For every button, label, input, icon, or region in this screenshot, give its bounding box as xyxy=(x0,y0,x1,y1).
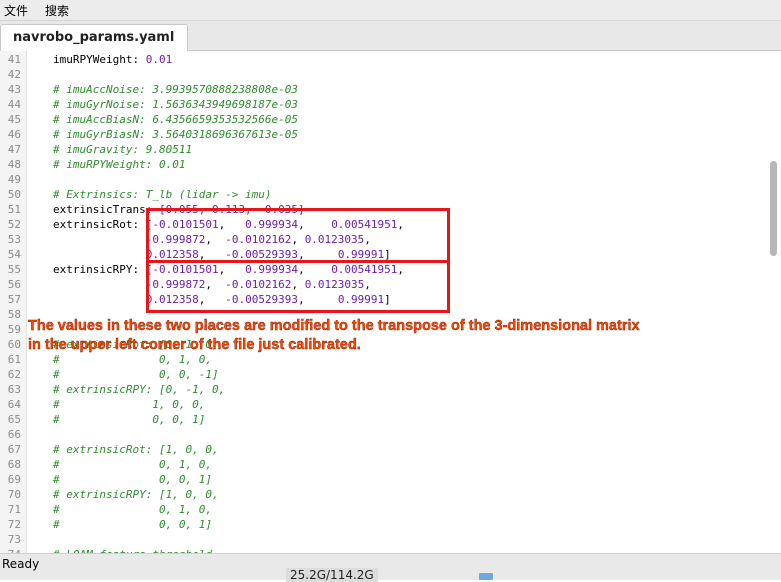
line-number: 51 xyxy=(7,203,21,216)
disk-usage: 25.2G/114.2G xyxy=(286,568,378,582)
code-line: # imuAccNoise: 3.9939570888238808e-03 xyxy=(53,82,298,97)
line-number: 71 xyxy=(7,503,21,516)
code-text: extrinsicTrans: xyxy=(53,203,159,216)
line-number: 67 xyxy=(7,443,21,456)
code-comment: # 1, 0, 0, xyxy=(53,398,206,411)
code-line: # 0, 0, -1] xyxy=(53,367,219,382)
tab-label: navrobo_params.yaml xyxy=(13,30,175,45)
code-comment: # imuAccBiasN: 6.4356659353532566e-05 xyxy=(53,113,299,126)
line-number: 66 xyxy=(7,428,21,441)
code-comment: # imuGyrBiasN: 3.5640318696367613e-05 xyxy=(53,128,299,141)
code-comment: # 0, 1, 0, xyxy=(53,458,212,471)
tab-navrobo-params[interactable]: navrobo_params.yaml xyxy=(0,24,188,51)
code-line: # 0, 1, 0, xyxy=(53,457,212,472)
line-number: 62 xyxy=(7,368,21,381)
code-line: # Extrinsics: T_lb (lidar -> imu) xyxy=(53,187,272,202)
line-number: 59 xyxy=(7,323,21,336)
line-number: 65 xyxy=(7,413,21,426)
code-line: # 1, 0, 0, xyxy=(53,397,205,412)
code-comment: # 0, 0, 1] xyxy=(53,413,206,426)
line-number: 73 xyxy=(7,533,21,546)
code-editor[interactable]: 41 imuRPYWeight: 0.01 42 43 # imuAccNoise: 3… xyxy=(0,51,781,553)
code-line: imuRPYWeight: 0.01 xyxy=(53,52,172,67)
line-number: 70 xyxy=(7,488,21,501)
highlight-box-extrinsic-rot xyxy=(146,208,450,263)
code-comment: # 0, 0, -1] xyxy=(53,368,219,381)
code-line: # 0, 0, 1] xyxy=(53,412,205,427)
code-line: # imuRPYWeight: 0.01 xyxy=(53,157,185,172)
code-text: imuRPYWeight: xyxy=(53,53,146,66)
line-number: 58 xyxy=(7,308,21,321)
code-comment: # imuGravity: 9.80511 xyxy=(53,143,193,156)
line-number: 69 xyxy=(7,473,21,486)
code-comment: # extrinsicRPY: [1, 0, 0, xyxy=(53,488,219,501)
line-number: 44 xyxy=(7,98,21,111)
line-number: 46 xyxy=(7,128,21,141)
status-bar: Ready 25.2G/114.2G xyxy=(0,553,781,582)
code-comment: # 0, 1, 0, xyxy=(53,503,212,516)
line-number: 54 xyxy=(7,248,21,261)
code-comment: # imuAccNoise: 3.9939570888238808e-03 xyxy=(53,83,299,96)
code-comment: # imuRPYWeight: 0.01 xyxy=(53,158,186,171)
code-line: # extrinsicRPY: [1, 0, 0, xyxy=(53,487,219,502)
code-number: 0.01 xyxy=(145,53,173,66)
status-text: Ready xyxy=(2,557,40,571)
line-number: 53 xyxy=(7,233,21,246)
code-line: # 0, 0, 1] xyxy=(53,472,212,487)
code-line: # 0, 0, 1] xyxy=(53,517,212,532)
code-comment: # 0, 0, 1] xyxy=(53,473,212,486)
line-number: 64 xyxy=(7,398,21,411)
code-text: extrinsicRPY: xyxy=(53,263,146,276)
code-comment: # extrinsicRot: [1, 0, 0, xyxy=(53,443,219,456)
line-number: 60 xyxy=(7,338,21,351)
line-number: 50 xyxy=(7,188,21,201)
highlight-box-extrinsic-rpy xyxy=(146,260,450,313)
code-line: # imuGyrBiasN: 3.5640318696367613e-05 xyxy=(53,127,298,142)
line-number: 72 xyxy=(7,518,21,531)
annotation-line-2: in the upper left corner of the file jus… xyxy=(28,337,361,353)
code-comment: # Extrinsics: T_lb (lidar -> imu) xyxy=(53,188,272,201)
line-number: 57 xyxy=(7,293,21,306)
tab-bar: navrobo_params.yaml xyxy=(0,21,781,51)
line-number: 55 xyxy=(7,263,21,276)
code-line: # imuGyrNoise: 1.5636343949698187e-03 xyxy=(53,97,298,112)
line-number: 63 xyxy=(7,383,21,396)
code-line: # 0, 1, 0, xyxy=(53,502,212,517)
line-number: 47 xyxy=(7,143,21,156)
line-number: 52 xyxy=(7,218,21,231)
line-number: 48 xyxy=(7,158,21,171)
code-line: # extrinsicRPY: [0, -1, 0, xyxy=(53,382,225,397)
menu-bar: 文件 搜索 xyxy=(0,0,781,21)
code-line: # extrinsicRot: [1, 0, 0, xyxy=(53,442,219,457)
menu-file[interactable]: 文件 xyxy=(4,2,28,19)
line-number: 42 xyxy=(7,68,21,81)
code-line: # 0, 1, 0, xyxy=(53,352,212,367)
code-comment: # 0, 1, 0, xyxy=(53,353,212,366)
line-number: 41 xyxy=(7,53,21,66)
line-number: 61 xyxy=(7,353,21,366)
line-number: 43 xyxy=(7,83,21,96)
code-text: extrinsicRot: [ xyxy=(53,218,153,231)
code-line: # imuGravity: 9.80511 xyxy=(53,142,192,157)
menu-search[interactable]: 搜索 xyxy=(45,2,69,19)
vertical-scrollbar[interactable] xyxy=(770,161,777,256)
code-comment: # 0, 0, 1] xyxy=(53,518,212,531)
code-line: # imuAccBiasN: 6.4356659353532566e-05 xyxy=(53,112,298,127)
code-comment: # imuGyrNoise: 1.5636343949698187e-03 xyxy=(53,98,299,111)
annotation-line-1: The values in these two places are modif… xyxy=(28,318,640,334)
code-comment: # extrinsicRPY: [0, -1, 0, xyxy=(53,383,226,396)
line-number: 45 xyxy=(7,113,21,126)
line-number: 56 xyxy=(7,278,21,291)
line-number: 68 xyxy=(7,458,21,471)
line-number: 49 xyxy=(7,173,21,186)
